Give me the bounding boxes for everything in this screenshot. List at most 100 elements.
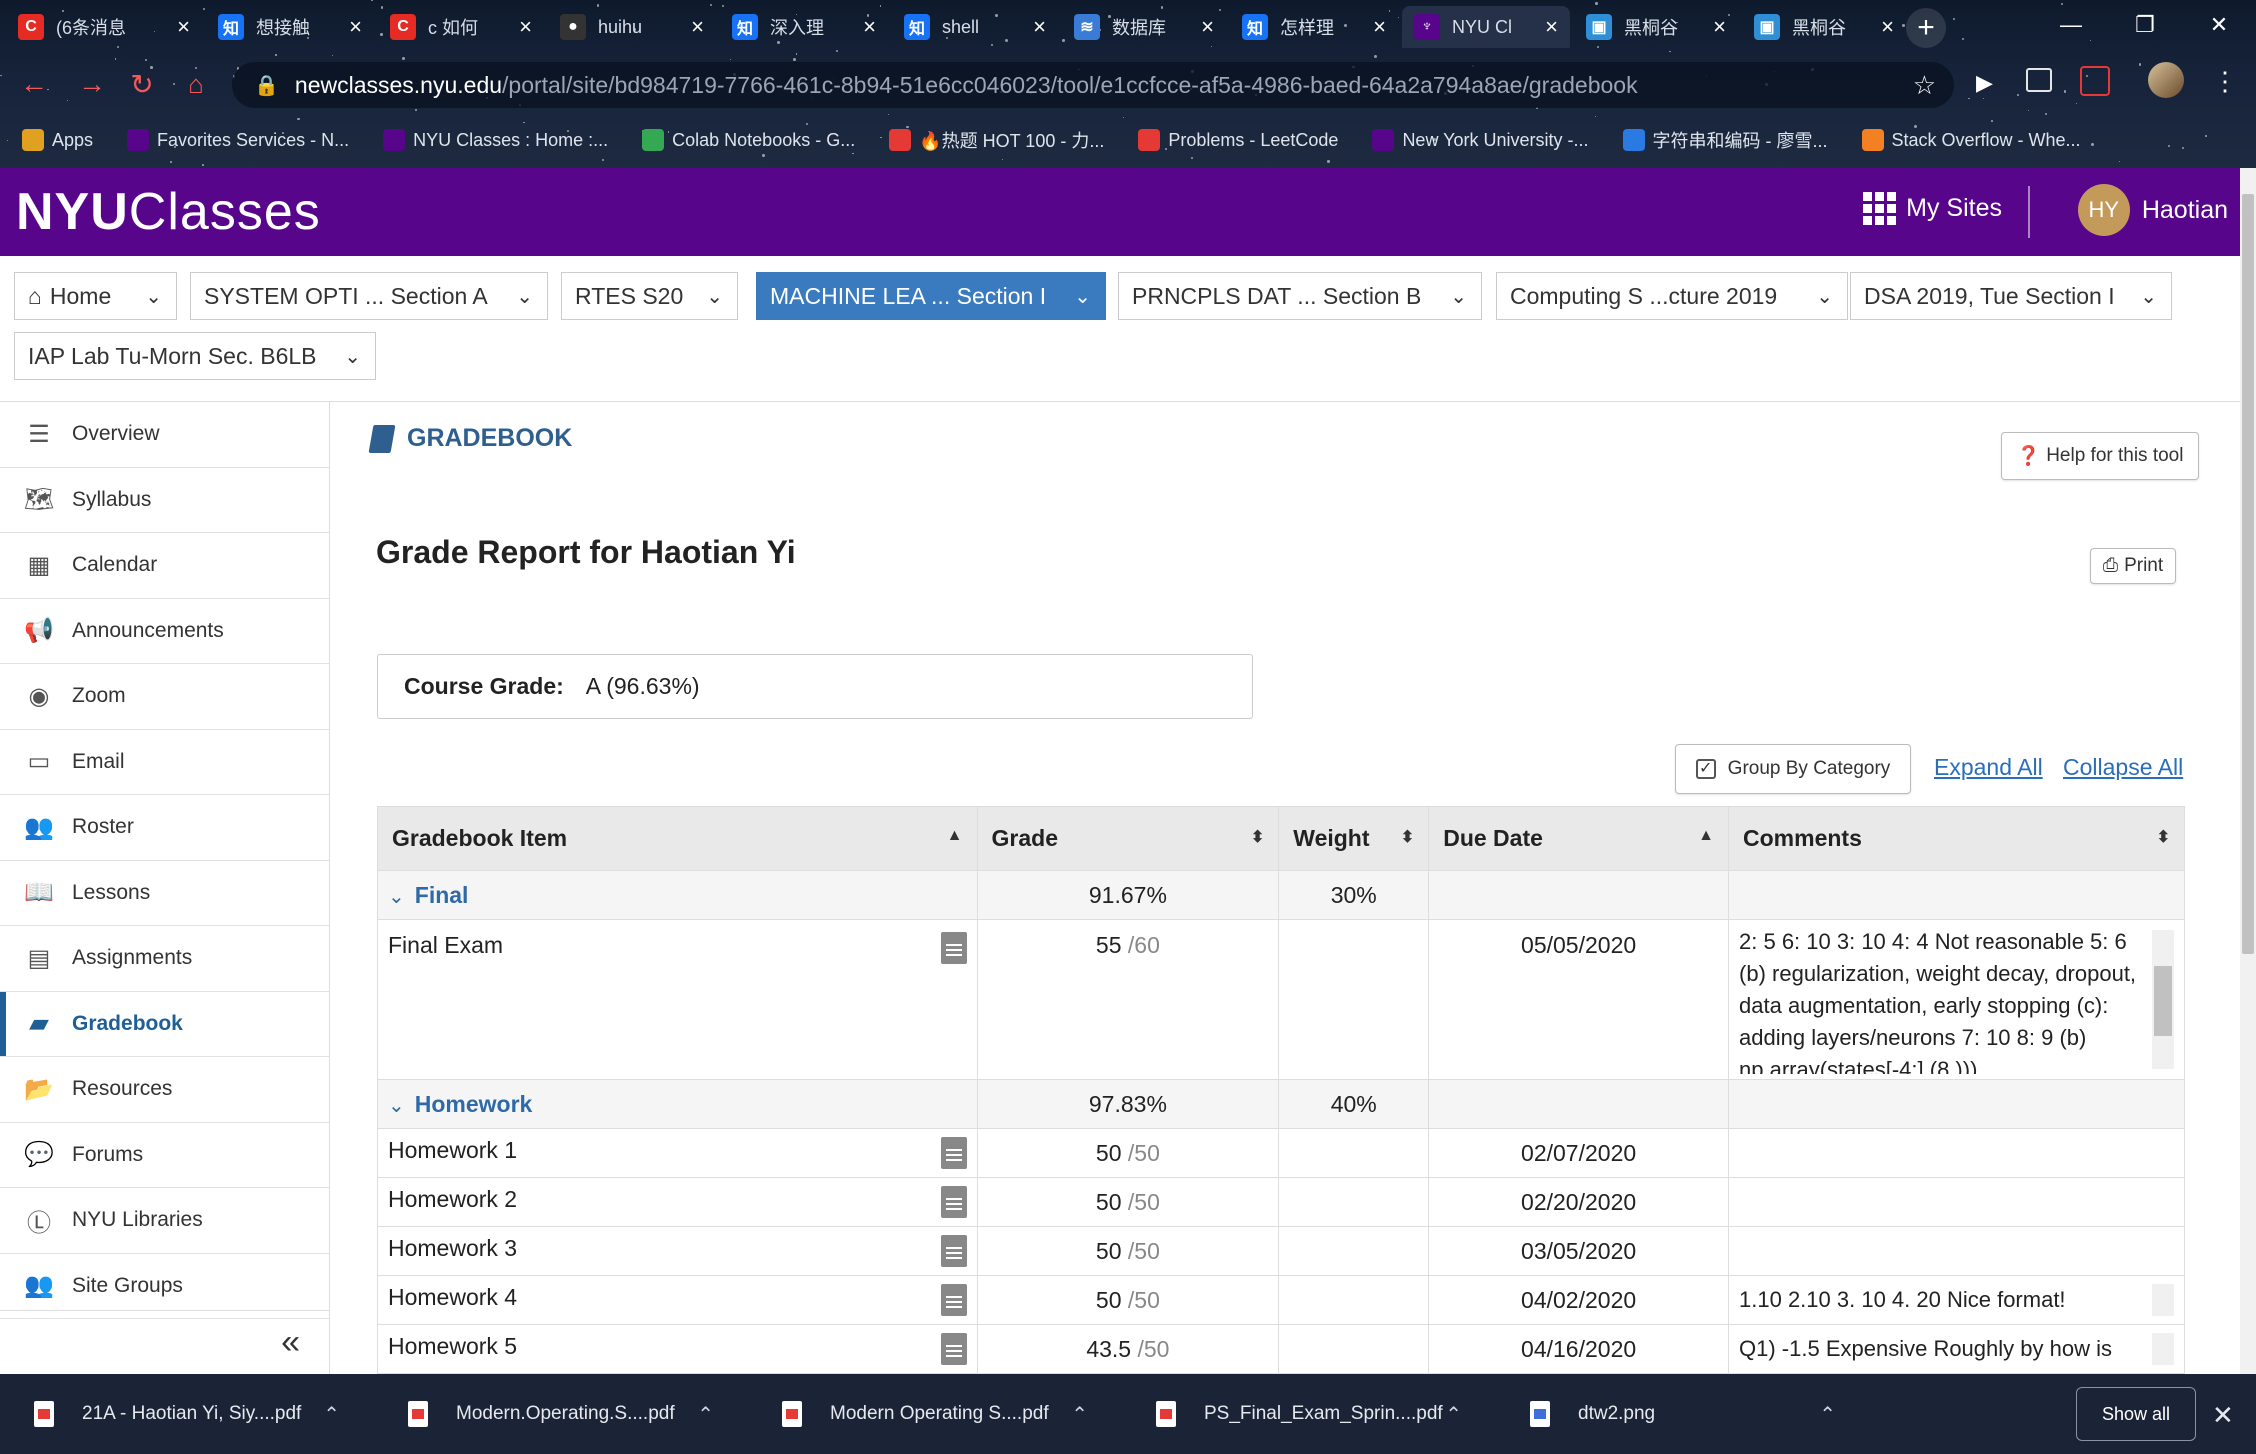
sidebar-item-overview[interactable]: ☰ Overview [0, 402, 329, 468]
download-item[interactable]: 21A - Haotian Yi, Siy....pdf ⌃ [0, 1374, 374, 1454]
site-tab[interactable]: Computing S ...cture 2019 ⌄ [1496, 272, 1848, 320]
minimize-button[interactable]: — [2034, 0, 2108, 50]
download-item[interactable]: PS_Final_Exam_Sprin....pdf ⌃ [1122, 1374, 1496, 1454]
chevron-down-icon[interactable]: ⌄ [344, 344, 361, 369]
category-row-homework[interactable]: ⌄ Homework 97.83% 40% [377, 1079, 2185, 1129]
site-tab[interactable]: SYSTEM OPTI ... Section A ⌄ [190, 272, 548, 320]
close-tab-icon[interactable]: × [691, 14, 704, 40]
group-by-category-toggle[interactable]: ✓ Group By Category [1675, 744, 1911, 794]
chevron-down-icon[interactable]: ⌄ [2140, 284, 2157, 309]
column-header-weight[interactable]: Weight ⬍ [1278, 806, 1430, 871]
browser-tab[interactable]: ▣ 黑桐谷 × [1742, 6, 1906, 48]
column-header-grade[interactable]: Grade ⬍ [976, 806, 1280, 871]
bookmark-item[interactable]: Apps [22, 129, 93, 151]
browser-tab[interactable]: 知 shell × [892, 6, 1058, 48]
document-icon[interactable] [940, 1186, 967, 1218]
bookmark-item[interactable]: 字符串和编码 - 廖雪... [1622, 127, 1828, 153]
print-button[interactable]: ⎙ Print [2090, 548, 2176, 584]
pdf-extension-icon[interactable] [2080, 66, 2110, 96]
close-tab-icon[interactable]: × [1201, 14, 1214, 40]
document-icon[interactable] [940, 1137, 967, 1169]
profile-avatar[interactable] [2148, 62, 2184, 98]
sidebar-item-syllabus[interactable]: 🗺 Syllabus [0, 468, 329, 533]
close-tab-icon[interactable]: × [863, 14, 876, 40]
sidebar-item-roster[interactable]: 👥 Roster [0, 795, 329, 861]
bookmark-item[interactable]: NYU Classes : Home :... [383, 129, 608, 151]
bookmark-star-icon[interactable]: ☆ [1913, 70, 1936, 101]
cast-icon[interactable]: ▶ [1976, 70, 1993, 96]
close-tab-icon[interactable]: × [349, 14, 362, 40]
collapse-all-link[interactable]: Collapse All [2063, 754, 2183, 781]
bookmark-item[interactable]: Problems - LeetCode [1138, 129, 1338, 151]
document-icon[interactable] [940, 1235, 967, 1267]
site-tab[interactable]: RTES S20 ⌄ [561, 272, 738, 320]
sidebar-item-resources[interactable]: 📂 Resources [0, 1057, 329, 1123]
show-all-downloads-button[interactable]: Show all [2076, 1387, 2196, 1441]
sidebar-item-announcements[interactable]: 📢 Announcements [0, 599, 329, 664]
chevron-down-icon[interactable]: ⌄ [1074, 284, 1091, 309]
sidebar-item-nyu-libraries[interactable]: Ⓛ NYU Libraries [0, 1188, 329, 1254]
column-header-comments[interactable]: Comments ⬍ [1728, 806, 2185, 871]
browser-tab[interactable]: Cc 如何 × [378, 6, 544, 48]
chevron-down-icon[interactable]: ⌄ [1450, 284, 1467, 309]
nyu-classes-logo[interactable]: NYUClasses [16, 182, 321, 242]
close-tab-icon[interactable]: × [177, 14, 190, 40]
browser-tab[interactable]: 知想接触 × [206, 6, 374, 48]
site-tab[interactable]: MACHINE LEA ... Section I ⌄ [756, 272, 1106, 320]
site-tab[interactable]: DSA 2019, Tue Section I ⌄ [1850, 272, 2172, 320]
collapse-sidebar-button[interactable]: « [0, 1310, 330, 1374]
chevron-up-icon[interactable]: ⌃ [1445, 1402, 1462, 1427]
sidebar-item-gradebook[interactable]: ▰ Gradebook [0, 991, 329, 1057]
sidebar-item-forums[interactable]: 💬 Forums [0, 1123, 329, 1188]
site-tab[interactable]: ⌂ Home ⌄ [14, 272, 177, 320]
chevron-up-icon[interactable]: ⌃ [323, 1402, 340, 1427]
category-row-final[interactable]: ⌄ Final 91.67% 30% [377, 870, 2185, 920]
document-icon[interactable] [940, 932, 967, 964]
close-tab-icon[interactable]: × [1545, 14, 1558, 40]
browser-tab[interactable]: ♆ NYU Cl × [1402, 6, 1570, 48]
download-item[interactable]: Modern Operating S....pdf ⌃ [748, 1374, 1122, 1454]
forward-icon[interactable]: → [72, 64, 112, 104]
chevron-down-icon[interactable]: ⌄ [1816, 284, 1833, 309]
browser-tab[interactable]: ≋ 数据库 × [1062, 6, 1226, 48]
chevron-down-icon[interactable]: ⌄ [145, 284, 162, 309]
sidebar-item-calendar[interactable]: ▦ Calendar [0, 533, 329, 599]
chevron-down-icon[interactable]: ⌄ [706, 284, 723, 309]
browser-tab[interactable]: ● huihu × [548, 6, 716, 48]
site-tab[interactable]: IAP Lab Tu-Morn Sec. B6LB ⌄ [14, 332, 376, 380]
sidebar-item-assignments[interactable]: ▤ Assignments [0, 926, 329, 992]
reload-icon[interactable]: ↻ [122, 64, 162, 104]
bookmark-item[interactable]: Stack Overflow - Whe... [1861, 129, 2081, 151]
user-menu[interactable]: HY Haotian [2077, 184, 2228, 236]
sidebar-item-lessons[interactable]: 📖 Lessons [0, 861, 329, 926]
comment-scrollbar[interactable] [2152, 1284, 2174, 1316]
bookmark-item[interactable]: Favorites Services - N... [127, 129, 349, 151]
comment-scrollbar[interactable] [2152, 930, 2174, 1069]
close-downloads-icon[interactable]: ✕ [2212, 1400, 2234, 1431]
close-tab-icon[interactable]: × [519, 14, 532, 40]
chevron-up-icon[interactable]: ⌃ [1071, 1402, 1088, 1427]
browser-tab[interactable]: 知深入理 × [720, 6, 888, 48]
column-header-item[interactable]: Gradebook Item ▲ [377, 806, 978, 871]
comment-scrollbar[interactable] [2152, 1333, 2174, 1365]
close-tab-icon[interactable]: × [1713, 14, 1726, 40]
my-sites-button[interactable]: My Sites [1863, 192, 2002, 225]
chevron-up-icon[interactable]: ⌃ [1819, 1402, 1836, 1427]
document-icon[interactable] [940, 1333, 967, 1365]
browser-tab[interactable]: C (6条消息 × [6, 6, 202, 48]
page-scrollbar[interactable] [2240, 168, 2256, 1374]
bookmark-item[interactable]: Colab Notebooks - G... [642, 129, 855, 151]
close-tab-icon[interactable]: × [1373, 14, 1386, 40]
bookmark-item[interactable]: 🔥热题 HOT 100 - 力... [889, 127, 1104, 153]
close-tab-icon[interactable]: × [1881, 14, 1894, 40]
restore-button[interactable]: ❐ [2108, 0, 2182, 50]
column-header-due-date[interactable]: Due Date ▲ [1428, 806, 1730, 871]
extension-icon[interactable] [2026, 68, 2052, 92]
chevron-down-icon[interactable]: ⌄ [516, 284, 533, 309]
document-icon[interactable] [940, 1284, 967, 1316]
sidebar-item-email[interactable]: ▭ Email [0, 730, 329, 795]
bookmark-item[interactable]: New York University -... [1372, 129, 1589, 151]
close-tab-icon[interactable]: × [1033, 14, 1046, 40]
sidebar-item-zoom[interactable]: ◉ Zoom [0, 664, 329, 730]
site-tab[interactable]: PRNCPLS DAT ... Section B ⌄ [1118, 272, 1482, 320]
